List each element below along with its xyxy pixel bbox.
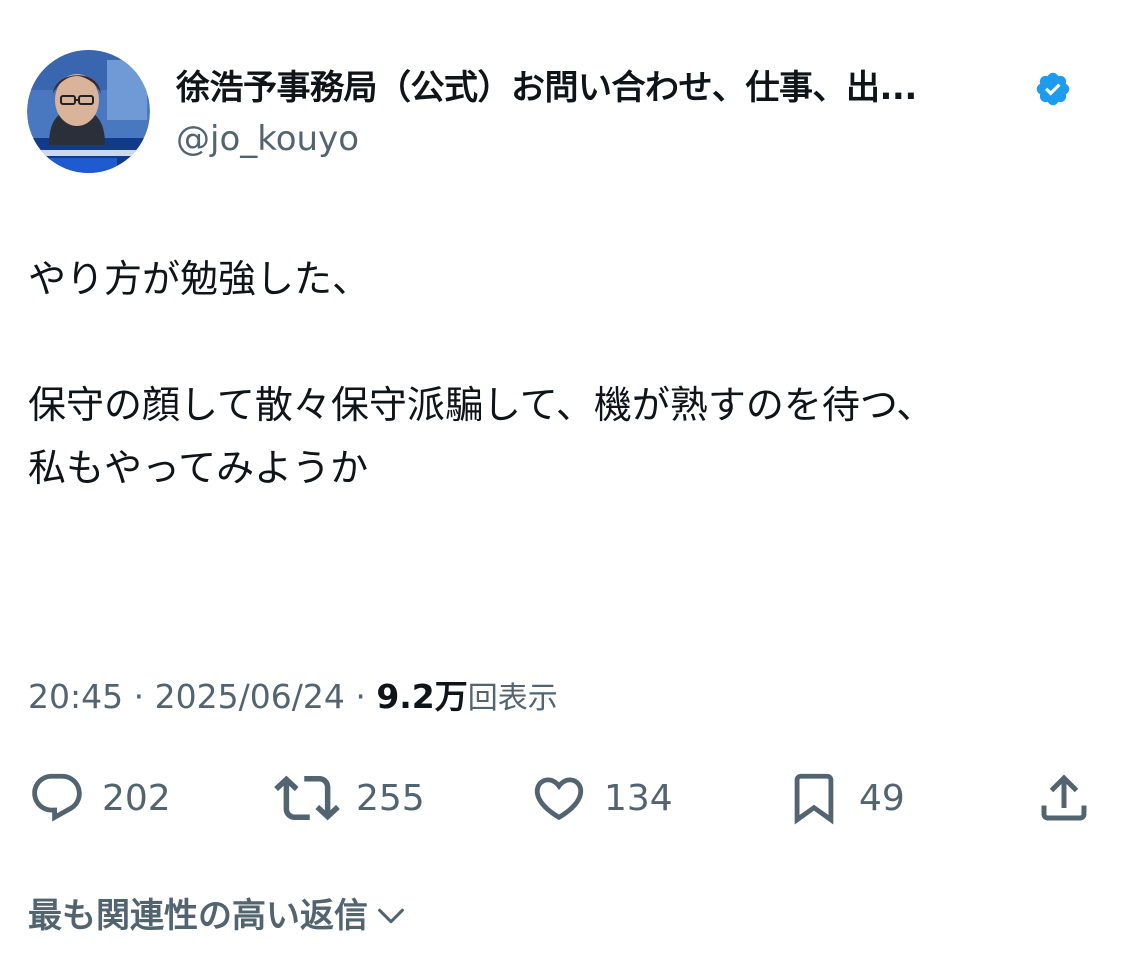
retweet-count: 255 xyxy=(356,777,425,819)
heart-icon xyxy=(534,777,584,821)
views-count[interactable]: 9.2万 xyxy=(376,677,467,716)
share-button[interactable] xyxy=(1034,760,1094,836)
like-button[interactable]: 134 xyxy=(530,760,673,836)
tweet-text: やり方が勉強した、 保守の顔して散々保守派騙して、機が熟すのを待つ、 私もやって… xyxy=(28,257,935,490)
tweet-meta: 20:45 · 2025/06/24 · 9.2万回表示 xyxy=(28,675,558,721)
avatar[interactable] xyxy=(27,50,150,173)
chevron-down-icon xyxy=(378,908,404,924)
reply-count: 202 xyxy=(102,777,171,819)
reply-button[interactable]: 202 xyxy=(28,760,171,836)
replies-sort-label: 最も関連性の高い返信 xyxy=(28,896,368,936)
action-bar: 202 255 134 49 xyxy=(0,760,1124,836)
replies-sort-dropdown[interactable]: 最も関連性の高い返信 xyxy=(28,893,408,939)
bookmark-count: 49 xyxy=(859,777,905,819)
tweet-date[interactable]: 2025/06/24 xyxy=(155,677,345,716)
tweet-time[interactable]: 20:45 xyxy=(28,677,123,716)
retweet-icon xyxy=(274,775,340,821)
views-label: 回表示 xyxy=(467,681,558,716)
bookmark-button[interactable]: 49 xyxy=(785,760,905,836)
user-handle[interactable]: @jo_kouyo xyxy=(176,118,359,160)
display-name[interactable]: 徐浩予事務局（公式）お問い合わせ、仕事、出... xyxy=(176,66,917,110)
retweet-button[interactable]: 255 xyxy=(274,760,425,836)
verified-badge-icon xyxy=(1036,72,1070,106)
meta-separator: · xyxy=(355,677,366,716)
share-icon xyxy=(1041,774,1087,821)
meta-separator: · xyxy=(133,677,145,716)
reply-icon xyxy=(32,773,82,822)
like-count: 134 xyxy=(604,777,673,819)
bookmark-icon xyxy=(794,773,834,825)
